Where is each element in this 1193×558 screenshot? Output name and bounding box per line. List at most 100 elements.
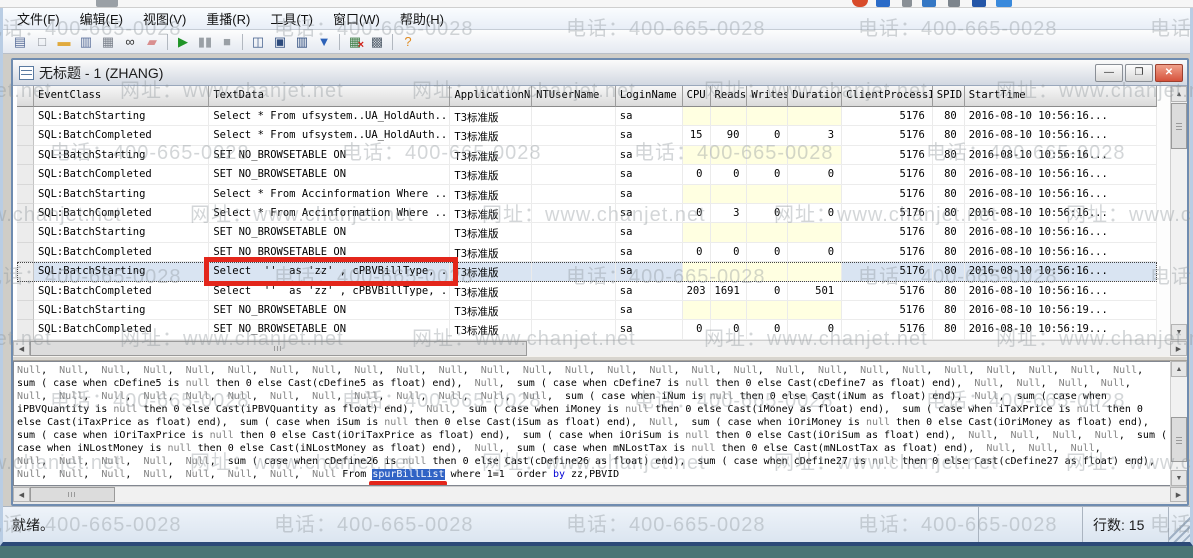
scroll-down-icon[interactable]: ▼ xyxy=(1171,470,1187,486)
column-header-reads[interactable]: Reads xyxy=(711,86,748,107)
grid-vertical-scrollbar[interactable]: ▲ ▼ xyxy=(1170,86,1187,340)
scroll-up-icon[interactable]: ▲ xyxy=(1171,361,1187,377)
toolbar: ▤□▬▥▦∞▰▶▮▮■◫▣▥▼▦×▩? xyxy=(3,30,1190,54)
table-row[interactable]: SQL:BatchStartingSelect * From ufsystem.… xyxy=(17,107,1157,126)
scroll-up-icon[interactable]: ▲ xyxy=(1171,86,1187,102)
table-row[interactable]: SQL:BatchCompletedSET NO_BROWSETABLE ONT… xyxy=(17,165,1157,184)
row-selector-cell[interactable] xyxy=(17,146,34,165)
open-trace-file-icon: ▤ xyxy=(14,35,26,48)
find-button[interactable]: ∞ xyxy=(119,32,141,52)
close-button[interactable]: ✕ xyxy=(1155,64,1183,82)
menu-item-2[interactable]: 编辑(E) xyxy=(70,7,133,30)
grid-vscroll-track[interactable] xyxy=(1171,149,1187,324)
row-selector-cell[interactable] xyxy=(17,165,34,184)
scroll-left-icon[interactable]: ◀ xyxy=(13,341,30,356)
background-app-icon xyxy=(922,0,936,7)
table-row[interactable]: SQL:BatchStartingSET NO_BROWSETABLE ONT3… xyxy=(17,301,1157,320)
sql-vscroll-thumb[interactable] xyxy=(1171,417,1187,462)
stop-trace-button[interactable]: ■ xyxy=(216,32,238,52)
menu-item-6[interactable]: 窗口(W) xyxy=(323,7,390,30)
row-selector-cell[interactable] xyxy=(17,282,34,301)
row-selector-cell[interactable] xyxy=(17,320,34,339)
table-row[interactable]: SQL:BatchCompletedSET NO_BROWSETABLE ONT… xyxy=(17,243,1157,262)
sql-vscroll-track[interactable] xyxy=(1171,462,1187,470)
column-header-duration[interactable]: Duration xyxy=(788,86,842,107)
table-row[interactable]: SQL:BatchCompletedSET NO_BROWSETABLE ONT… xyxy=(17,320,1157,339)
column-header-loginname[interactable]: LoginName xyxy=(616,86,683,107)
cell-applicationname: T3标准版 xyxy=(450,185,532,204)
table-row[interactable]: SQL:BatchStartingSelect '' as 'zz' , cPB… xyxy=(17,262,1157,281)
cell-eventclass: SQL:BatchStarting xyxy=(34,262,209,281)
menu-item-4[interactable]: 重播(R) xyxy=(196,7,260,30)
column-header-starttime[interactable]: StartTime xyxy=(965,86,1157,107)
scroll-left-icon[interactable]: ◀ xyxy=(13,487,30,502)
sql-hscroll-track[interactable] xyxy=(115,487,1170,502)
sql-vscroll-track[interactable] xyxy=(1171,377,1187,417)
scroll-right-icon[interactable]: ▶ xyxy=(1170,341,1187,356)
grid-hscroll-track[interactable] xyxy=(527,341,1170,356)
table-row[interactable]: SQL:BatchCompletedSelect * From Accinfor… xyxy=(17,204,1157,223)
menu-item-1[interactable]: 文件(F) xyxy=(7,7,70,30)
row-selector-cell[interactable] xyxy=(17,243,34,262)
cell-spid: 80 xyxy=(933,301,965,320)
sql-horizontal-scrollbar[interactable]: ◀ ▶ xyxy=(13,486,1187,502)
new-trace-button[interactable]: □ xyxy=(31,32,53,52)
row-selector-cell[interactable] xyxy=(17,126,34,145)
row-selector-cell[interactable] xyxy=(17,262,34,281)
grid-settings-button[interactable]: ▩ xyxy=(366,32,388,52)
resize-grip[interactable] xyxy=(1168,507,1190,542)
properties-button[interactable]: ▦ xyxy=(97,32,119,52)
open-folder-button[interactable]: ▬ xyxy=(53,32,75,52)
scroll-down-icon[interactable]: ▼ xyxy=(1171,324,1187,340)
sql-text-pane[interactable]: Null, Null, Null, Null, Null, Null, Null… xyxy=(13,361,1170,486)
minimize-button[interactable]: — xyxy=(1095,64,1123,82)
table-row[interactable]: SQL:BatchCompletedSelect '' as 'zz' , cP… xyxy=(17,282,1157,301)
trace-window-titlebar[interactable]: 无标题 - 1 (ZHANG) — ❐ ✕ xyxy=(13,60,1187,86)
column-header-textdata[interactable]: TextData xyxy=(209,86,450,107)
table-row[interactable]: SQL:BatchStartingSET NO_BROWSETABLE ONT3… xyxy=(17,146,1157,165)
row-selector-cell[interactable] xyxy=(17,185,34,204)
start-trace-button[interactable]: ▶ xyxy=(172,32,194,52)
table-row[interactable]: SQL:BatchCompletedSelect * From ufsystem… xyxy=(17,126,1157,145)
table-row[interactable]: SQL:BatchStartingSelect * From Accinform… xyxy=(17,185,1157,204)
column-header-spid[interactable]: SPID xyxy=(933,86,965,107)
pause-trace-icon: ▮▮ xyxy=(198,35,212,48)
column-view-button[interactable]: ▥ xyxy=(291,32,313,52)
cascade-windows-button[interactable]: ◫ xyxy=(247,32,269,52)
save-trace-button[interactable]: ▥ xyxy=(75,32,97,52)
cell-textdata: Select '' as 'zz' , cPBVBillType, ... xyxy=(209,282,450,301)
column-header-clientprocessid[interactable]: ClientProcessID xyxy=(842,86,933,107)
sql-hscroll-thumb[interactable] xyxy=(30,487,115,502)
column-header-writes[interactable]: Writes xyxy=(747,86,788,107)
cell-loginname: sa xyxy=(616,107,683,126)
open-trace-file-button[interactable]: ▤ xyxy=(9,32,31,52)
row-selector-cell[interactable] xyxy=(17,204,34,223)
window-view-button[interactable]: ▣ xyxy=(269,32,291,52)
cell-starttime: 2016-08-10 10:56:16... xyxy=(965,282,1157,301)
scroll-right-icon[interactable]: ▶ xyxy=(1170,487,1187,502)
grid-vscroll-thumb[interactable] xyxy=(1171,103,1187,149)
column-header-eventclass[interactable]: EventClass xyxy=(34,86,209,107)
clear-trace-button[interactable]: ▰ xyxy=(141,32,163,52)
restore-button[interactable]: ❐ xyxy=(1125,64,1153,82)
column-header-ntusername[interactable]: NTUserName xyxy=(532,86,616,107)
row-selector-cell[interactable] xyxy=(17,301,34,320)
row-selector-cell[interactable] xyxy=(17,223,34,242)
menu-item-7[interactable]: 帮助(H) xyxy=(390,7,454,30)
grid-horizontal-scrollbar[interactable]: ◀ ▶ xyxy=(13,340,1187,356)
row-selector-header[interactable] xyxy=(17,86,34,107)
row-selector-cell[interactable] xyxy=(17,107,34,126)
clear-grid-button[interactable]: ▦× xyxy=(344,32,366,52)
column-header-applicationname[interactable]: ApplicationName xyxy=(450,86,532,107)
help-button[interactable]: ? xyxy=(397,32,419,52)
sql-vertical-scrollbar[interactable]: ▲ ▼ xyxy=(1170,361,1187,486)
menu-item-5[interactable]: 工具(T) xyxy=(260,7,323,30)
cell-spid: 80 xyxy=(933,262,965,281)
pause-trace-button[interactable]: ▮▮ xyxy=(194,32,216,52)
grid-hscroll-thumb[interactable] xyxy=(30,341,527,356)
auto-scroll-button[interactable]: ▼ xyxy=(313,32,335,52)
table-row[interactable]: SQL:BatchStartingSET NO_BROWSETABLE ONT3… xyxy=(17,223,1157,242)
column-header-cpu[interactable]: CPU xyxy=(683,86,711,107)
menu-item-3[interactable]: 视图(V) xyxy=(133,7,196,30)
cell-spid: 80 xyxy=(933,165,965,184)
